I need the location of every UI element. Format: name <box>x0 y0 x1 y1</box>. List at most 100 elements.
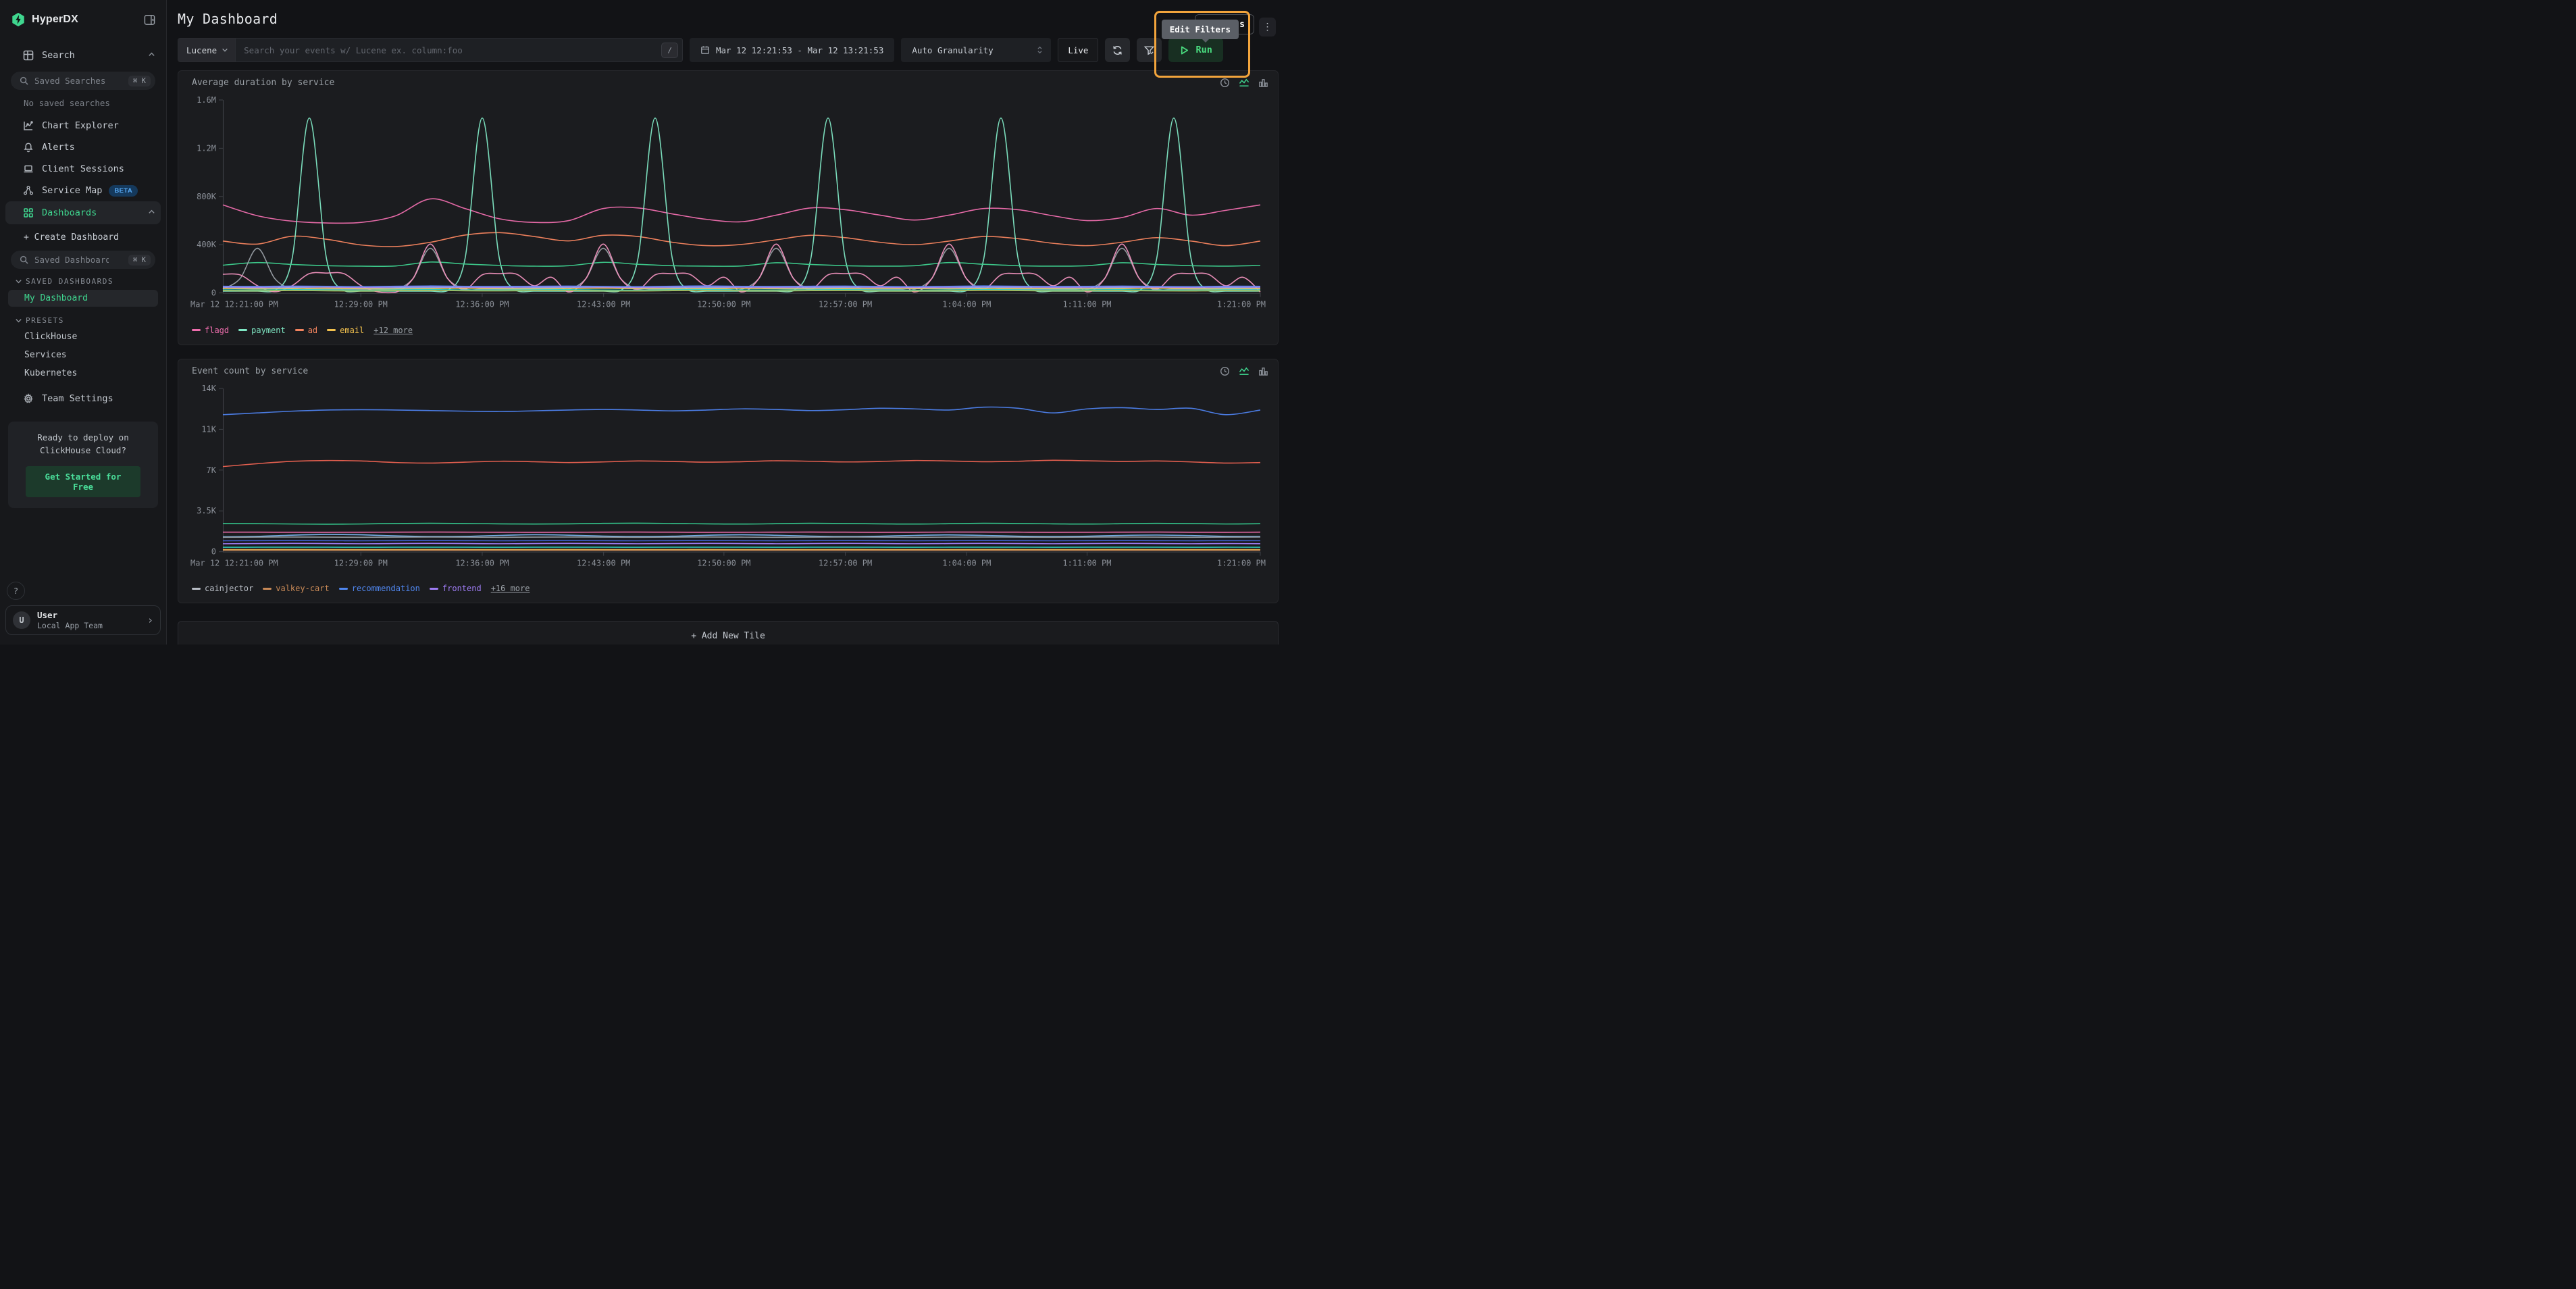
sidebar-bottom: ? U User Local App Team › <box>0 582 166 635</box>
legend-item[interactable]: recommendation <box>339 584 420 593</box>
svg-text:12:43:00 PM: 12:43:00 PM <box>577 300 630 309</box>
title-row: My Dashboard <box>178 0 1279 38</box>
legend-item[interactable]: cainjector <box>192 584 253 593</box>
legend-label: recommendation <box>352 584 420 593</box>
svg-text:7K: 7K <box>207 465 217 474</box>
chart-legend: flagd payment ad email +12 more <box>192 324 1267 336</box>
language-selector[interactable]: Lucene <box>178 39 236 61</box>
sidebar-item-my-dashboard[interactable]: My Dashboard <box>8 290 158 307</box>
svg-text:1:11:00 PM: 1:11:00 PM <box>1062 558 1111 567</box>
chevron-up-icon[interactable] <box>148 50 155 61</box>
collapse-sidebar-icon[interactable] <box>144 14 155 26</box>
legend-swatch <box>295 329 304 331</box>
legend-item[interactable]: ad <box>295 326 317 335</box>
legend-item[interactable]: frontend <box>430 584 482 593</box>
logo-text: HyperDX <box>32 14 78 26</box>
main-content: My Dashboard ⋮ s Edit Filters Lucene / <box>167 0 1288 644</box>
saved-dashboards-input[interactable] <box>34 255 109 265</box>
run-button[interactable]: Run <box>1168 38 1222 62</box>
legend-item[interactable]: payment <box>238 326 286 335</box>
service-map-icon <box>23 185 34 197</box>
granularity-select[interactable]: Auto Granularity <box>901 38 1051 62</box>
granularity-value: Auto Granularity <box>912 45 993 55</box>
legend-label: email <box>340 326 364 335</box>
sidebar-item-label: Alerts <box>42 142 75 153</box>
chart-explorer-icon <box>23 120 34 132</box>
svg-text:3.5K: 3.5K <box>197 506 217 515</box>
svg-text:12:50:00 PM: 12:50:00 PM <box>697 300 750 309</box>
sidebar-item-kubernetes[interactable]: Kubernetes <box>0 364 166 382</box>
sidebar-item-service-map[interactable]: Service Map BETA <box>0 180 166 201</box>
clock-icon[interactable] <box>1220 366 1230 376</box>
user-menu[interactable]: U User Local App Team › <box>5 605 161 635</box>
tile-event-count: Event count by service 03.5K7K11K14KMar … <box>178 359 1279 604</box>
edit-filters-button[interactable] <box>1137 38 1162 62</box>
legend-more-link[interactable]: +16 more <box>491 584 530 593</box>
chevron-up-icon[interactable] <box>148 207 155 218</box>
sidebar-item-label: Chart Explorer <box>42 120 119 131</box>
sidebar-item-dashboards[interactable]: Dashboards <box>5 201 161 224</box>
beta-badge: BETA <box>109 185 138 197</box>
gear-icon <box>23 393 34 405</box>
user-team: Local App Team <box>37 621 103 630</box>
event-search-input[interactable] <box>236 45 661 55</box>
run-label: Run <box>1195 45 1212 55</box>
sidebar-item-alerts[interactable]: Alerts <box>0 136 166 158</box>
chart-canvas[interactable]: 03.5K7K11K14KMar 12 12:21:00 PM12:29:00 … <box>189 379 1267 582</box>
magnifier-icon <box>20 76 28 85</box>
legend-swatch <box>263 588 272 590</box>
sidebar-item-search[interactable]: Search <box>0 45 166 66</box>
get-started-button[interactable]: Get Started for Free <box>26 466 140 497</box>
legend-label: frontend <box>442 584 482 593</box>
sidebar-item-client-sessions[interactable]: Client Sessions <box>0 158 166 180</box>
saved-searches-search[interactable]: ⌘ K <box>11 72 155 90</box>
sidebar-item-team-settings[interactable]: Team Settings <box>0 388 166 409</box>
add-new-tile-button[interactable]: + Add New Tile <box>178 621 1279 644</box>
svg-text:12:57:00 PM: 12:57:00 PM <box>819 300 872 309</box>
magnifier-icon <box>20 255 28 264</box>
legend-more-link[interactable]: +12 more <box>373 326 413 335</box>
sidebar-item-chart-explorer[interactable]: Chart Explorer <box>0 115 166 136</box>
filter-edit-icon <box>1143 45 1155 56</box>
svg-text:12:57:00 PM: 12:57:00 PM <box>819 558 872 567</box>
legend-item[interactable]: email <box>327 326 364 335</box>
sidebar-item-label: Search <box>42 50 75 61</box>
sidebar-item-label: Client Sessions <box>42 163 124 174</box>
legend-item[interactable]: valkey-cart <box>263 584 329 593</box>
saved-searches-input[interactable] <box>34 76 109 86</box>
bar-chart-icon[interactable] <box>1258 366 1268 376</box>
svg-text:1:11:00 PM: 1:11:00 PM <box>1062 300 1111 309</box>
play-icon <box>1179 45 1189 55</box>
user-name: User <box>37 610 103 621</box>
avatar: U <box>13 611 30 629</box>
sidebar-item-services[interactable]: Services <box>0 346 166 364</box>
chart-canvas-wrap[interactable]: 03.5K7K11K14KMar 12 12:21:00 PM12:29:00 … <box>189 379 1267 582</box>
clock-icon[interactable] <box>1220 78 1230 88</box>
bar-chart-icon[interactable] <box>1258 78 1268 88</box>
svg-text:11K: 11K <box>201 424 216 434</box>
refresh-button[interactable] <box>1105 38 1130 62</box>
bell-icon <box>23 142 34 153</box>
legend-swatch <box>327 329 336 331</box>
chart-canvas-wrap[interactable]: 0400K800K1.2M1.6MMar 12 12:21:00 PM12:29… <box>189 91 1267 323</box>
event-search-bar[interactable]: Lucene / <box>178 38 683 62</box>
line-chart-icon[interactable] <box>1239 366 1250 376</box>
legend-swatch <box>339 588 348 590</box>
cmd-k-shortcut: ⌘ K <box>128 76 151 86</box>
saved-dashboards-section-header[interactable]: SAVED DASHBOARDS <box>0 269 166 288</box>
query-toolbar: Lucene / Mar 12 12:21:53 - Mar 12 13:21:… <box>178 38 1279 62</box>
presets-section-header[interactable]: PRESETS <box>0 308 166 328</box>
live-button[interactable]: Live <box>1058 38 1098 62</box>
sidebar-item-clickhouse[interactable]: ClickHouse <box>0 328 166 346</box>
line-chart-icon[interactable] <box>1239 78 1250 88</box>
tile-average-duration: Average duration by service 0400K800K1.2… <box>178 70 1279 345</box>
svg-text:12:29:00 PM: 12:29:00 PM <box>334 558 388 567</box>
sidebar-item-label: Service Map <box>42 185 102 196</box>
saved-dashboards-search[interactable]: ⌘ K <box>11 251 155 269</box>
dashboard-menu-button[interactable]: ⋮ <box>1259 18 1276 36</box>
help-button[interactable]: ? <box>7 582 25 600</box>
legend-item[interactable]: flagd <box>192 326 229 335</box>
create-dashboard-button[interactable]: + Create Dashboard <box>0 224 166 245</box>
chart-canvas[interactable]: 0400K800K1.2M1.6MMar 12 12:21:00 PM12:29… <box>189 91 1267 323</box>
date-range-picker[interactable]: Mar 12 12:21:53 - Mar 12 13:21:53 <box>690 38 894 62</box>
